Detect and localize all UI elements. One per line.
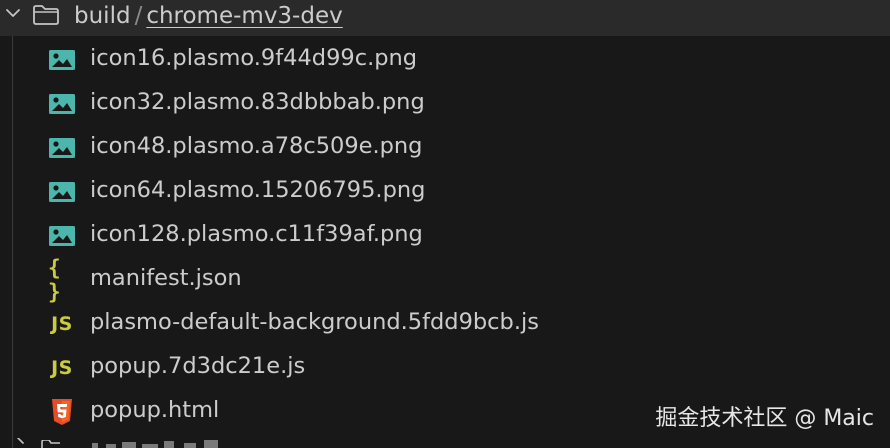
- image-file-icon: [48, 224, 76, 248]
- js-icon-glyph: JS: [51, 357, 73, 379]
- chevron-down-icon[interactable]: [4, 4, 22, 22]
- file-explorer: build / chrome-mv3-dev icon16.plasmo.9f44d…: [0, 0, 890, 448]
- file-row-icon128[interactable]: icon128.plasmo.c11f39af.png: [0, 212, 890, 256]
- next-folder-row-partial[interactable]: [0, 436, 890, 448]
- file-row-manifest-json[interactable]: { } manifest.json: [0, 256, 890, 304]
- image-file-icon: [48, 136, 76, 160]
- image-file-icon: [48, 92, 76, 116]
- folder-path: build / chrome-mv3-dev: [74, 1, 343, 31]
- image-file-icon: [48, 180, 76, 204]
- js-icon-glyph: JS: [51, 313, 73, 335]
- file-name: popup.7d3dc21e.js: [90, 353, 306, 379]
- file-row-icon64[interactable]: icon64.plasmo.15206795.png: [0, 168, 890, 212]
- path-separator: /: [134, 3, 143, 29]
- html-file-icon: [48, 399, 76, 425]
- folder-name-partial: [92, 440, 218, 448]
- folder-parent-name[interactable]: build: [74, 3, 131, 29]
- folder-current-name[interactable]: chrome-mv3-dev: [146, 3, 342, 29]
- file-row-icon48[interactable]: icon48.plasmo.a78c509e.png: [0, 124, 890, 168]
- file-row-icon32[interactable]: icon32.plasmo.83dbbbab.png: [0, 80, 890, 124]
- watermark: 掘金技术社区 @ Maic: [655, 406, 874, 431]
- file-name: manifest.json: [90, 265, 242, 291]
- file-row-icon16[interactable]: icon16.plasmo.9f44d99c.png: [0, 36, 890, 80]
- file-name: icon128.plasmo.c11f39af.png: [90, 221, 423, 247]
- js-file-icon: JS: [48, 356, 76, 380]
- file-name: popup.html: [90, 397, 220, 423]
- folder-icon: [33, 5, 59, 25]
- json-icon-glyph: { }: [48, 256, 65, 304]
- folder-icon: [41, 440, 60, 448]
- chevron-right-icon[interactable]: [14, 438, 28, 448]
- file-name: plasmo-default-background.5fdd9bcb.js: [90, 309, 539, 335]
- file-row-popup-js[interactable]: JS popup.7d3dc21e.js: [0, 344, 890, 388]
- js-file-icon: JS: [48, 312, 76, 336]
- file-list: icon16.plasmo.9f44d99c.png icon32.plasmo…: [0, 36, 890, 432]
- json-file-icon: { }: [48, 256, 76, 304]
- folder-row-chrome-mv3-dev[interactable]: build / chrome-mv3-dev: [0, 0, 890, 36]
- image-file-icon: [48, 48, 76, 72]
- file-name: icon48.plasmo.a78c509e.png: [90, 133, 423, 159]
- file-row-background-js[interactable]: JS plasmo-default-background.5fdd9bcb.js: [0, 300, 890, 344]
- file-name: icon32.plasmo.83dbbbab.png: [90, 89, 425, 115]
- file-name: icon16.plasmo.9f44d99c.png: [90, 45, 418, 71]
- file-name: icon64.plasmo.15206795.png: [90, 177, 426, 203]
